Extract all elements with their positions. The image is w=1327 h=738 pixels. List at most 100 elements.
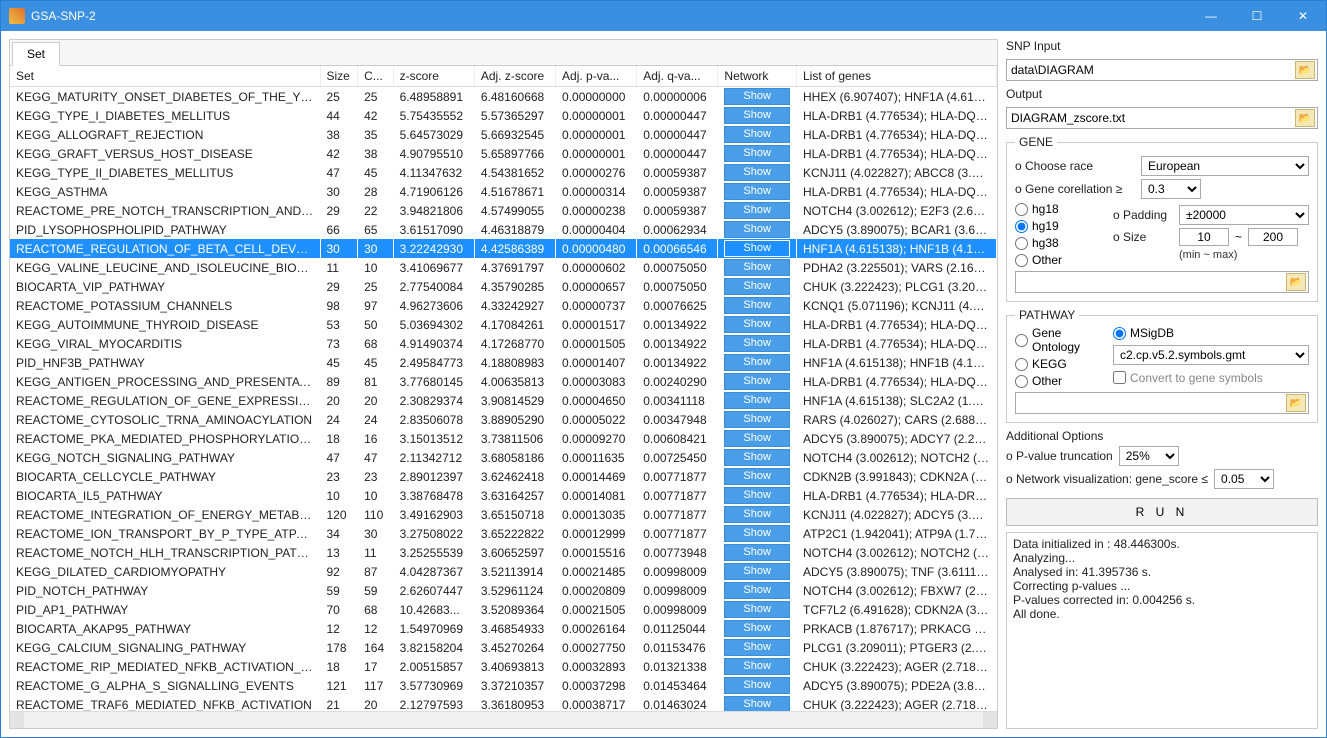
msigdb-radio[interactable]: MSigDB [1113,326,1174,340]
show-network-button[interactable]: Show [724,487,790,504]
snp-browse-button[interactable]: 📂 [1295,61,1315,79]
snp-input-field[interactable] [1009,62,1295,78]
pval-trunc-select[interactable]: 25% [1119,446,1179,466]
gene-browse-button[interactable]: 📂 [1286,273,1306,291]
gene-corr-select[interactable]: 0.3 [1141,179,1201,199]
show-network-button[interactable]: Show [724,183,790,200]
pathway-radio-gene-ontology[interactable]: Gene Ontology [1015,326,1105,354]
table-row[interactable]: KEGG_VALINE_LEUCINE_AND_ISOLEUCINE_BIOSY… [10,258,997,277]
show-network-button[interactable]: Show [724,278,790,295]
size-max-input[interactable] [1248,228,1298,246]
show-network-button[interactable]: Show [724,164,790,181]
column-header[interactable]: Adj. z-score [474,66,555,87]
size-min-input[interactable] [1179,228,1229,246]
show-network-button[interactable]: Show [724,202,790,219]
show-network-button[interactable]: Show [724,639,790,656]
show-network-button[interactable]: Show [724,259,790,276]
show-network-button[interactable]: Show [724,335,790,352]
show-network-button[interactable]: Show [724,696,790,711]
table-row[interactable]: BIOCARTA_CELLCYCLE_PATHWAY23232.89012397… [10,467,997,486]
show-network-button[interactable]: Show [724,563,790,580]
output-browse-button[interactable]: 📂 [1295,109,1315,127]
table-row[interactable]: PID_AP1_PATHWAY706810.42683...3.52089364… [10,600,997,619]
show-network-button[interactable]: Show [724,582,790,599]
table-row[interactable]: KEGG_NOTCH_SIGNALING_PATHWAY47472.113427… [10,448,997,467]
table-row[interactable]: REACTOME_PRE_NOTCH_TRANSCRIPTION_AND_TRA… [10,201,997,220]
table-row[interactable]: REACTOME_TRAF6_MEDIATED_NFKB_ACTIVATION2… [10,695,997,711]
table-row[interactable]: KEGG_ANTIGEN_PROCESSING_AND_PRESENTATION… [10,372,997,391]
show-network-button[interactable]: Show [724,449,790,466]
race-select[interactable]: European [1141,156,1309,176]
show-network-button[interactable]: Show [724,544,790,561]
table-row[interactable]: REACTOME_REGULATION_OF_GENE_EXPRESSION_I… [10,391,997,410]
close-button[interactable]: ✕ [1280,1,1326,31]
results-grid[interactable]: SetSizeC...z-scoreAdj. z-scoreAdj. p-va.… [10,66,997,711]
genome-radio-other[interactable]: Other [1015,253,1105,267]
minimize-button[interactable]: — [1188,1,1234,31]
show-network-button[interactable]: Show [724,468,790,485]
table-row[interactable]: REACTOME_NOTCH_HLH_TRANSCRIPTION_PATHWAY… [10,543,997,562]
table-row[interactable]: KEGG_ASTHMA30284.719061264.516786710.000… [10,182,997,201]
column-header[interactable]: Set [10,66,320,87]
pathway-radio-other[interactable]: Other [1015,374,1105,388]
output-field[interactable] [1009,110,1295,126]
table-row[interactable]: REACTOME_G_ALPHA_S_SIGNALLING_EVENTS1211… [10,676,997,695]
table-row[interactable]: PID_HNF3B_PATHWAY45452.495847734.1880898… [10,353,997,372]
pathway-file-select[interactable]: c2.cp.v5.2.symbols.gmt [1113,345,1309,365]
column-header[interactable]: C... [358,66,393,87]
table-row[interactable]: PID_NOTCH_PATHWAY59592.626074473.5296112… [10,581,997,600]
maximize-button[interactable]: ☐ [1234,1,1280,31]
table-row[interactable]: BIOCARTA_VIP_PATHWAY29252.775400844.3579… [10,277,997,296]
show-network-button[interactable]: Show [724,88,790,105]
show-network-button[interactable]: Show [724,677,790,694]
show-network-button[interactable]: Show [724,411,790,428]
table-row[interactable]: BIOCARTA_AKAP95_PATHWAY12121.549709693.4… [10,619,997,638]
genome-radio-hg18[interactable]: hg18 [1015,202,1105,216]
column-header[interactable]: Adj. q-va... [637,66,718,87]
show-network-button[interactable]: Show [724,354,790,371]
convert-checkbox[interactable]: Convert to gene symbols [1113,371,1263,385]
show-network-button[interactable]: Show [724,658,790,675]
table-row[interactable]: REACTOME_POTASSIUM_CHANNELS98974.9627360… [10,296,997,315]
show-network-button[interactable]: Show [724,107,790,124]
table-row[interactable]: BIOCARTA_IL5_PATHWAY10103.387684783.6316… [10,486,997,505]
table-row[interactable]: REACTOME_RIP_MEDIATED_NFKB_ACTIVATION_VI… [10,657,997,676]
run-button[interactable]: R U N [1006,498,1318,526]
show-network-button[interactable]: Show [724,240,790,257]
table-row[interactable]: KEGG_TYPE_I_DIABETES_MELLITUS44425.75435… [10,106,997,125]
table-row[interactable]: REACTOME_INTEGRATION_OF_ENERGY_METABOLIS… [10,505,997,524]
padding-select[interactable]: ±20000 [1179,205,1309,225]
table-row[interactable]: REACTOME_PKA_MEDIATED_PHOSPHORYLATION_OF… [10,429,997,448]
column-header[interactable]: Adj. p-va... [556,66,637,87]
table-row[interactable]: KEGG_MATURITY_ONSET_DIABETES_OF_THE_YOUN… [10,87,997,107]
log-output[interactable]: Data initialized in : 48.446300s. Analyz… [1006,532,1318,729]
show-network-button[interactable]: Show [724,392,790,409]
show-network-button[interactable]: Show [724,145,790,162]
table-row[interactable]: PID_LYSOPHOSPHOLIPID_PATHWAY66653.615170… [10,220,997,239]
table-row[interactable]: KEGG_AUTOIMMUNE_THYROID_DISEASE53505.036… [10,315,997,334]
pathway-other-input[interactable] [1018,395,1286,411]
show-network-button[interactable]: Show [724,297,790,314]
gene-other-input[interactable] [1018,274,1286,290]
table-row[interactable]: KEGG_GRAFT_VERSUS_HOST_DISEASE42384.9079… [10,144,997,163]
table-row[interactable]: REACTOME_REGULATION_OF_BETA_CELL_DEVELOP… [10,239,997,258]
show-network-button[interactable]: Show [724,620,790,637]
show-network-button[interactable]: Show [724,430,790,447]
pathway-browse-button[interactable]: 📂 [1286,394,1306,412]
column-header[interactable]: Network [718,66,797,87]
show-network-button[interactable]: Show [724,506,790,523]
tab-set[interactable]: Set [12,42,60,66]
show-network-button[interactable]: Show [724,601,790,618]
column-header[interactable]: z-score [393,66,474,87]
genome-radio-hg19[interactable]: hg19 [1015,219,1105,233]
pathway-radio-kegg[interactable]: KEGG [1015,357,1105,371]
table-row[interactable]: KEGG_ALLOGRAFT_REJECTION38355.645730295.… [10,125,997,144]
show-network-button[interactable]: Show [724,126,790,143]
table-row[interactable]: REACTOME_ION_TRANSPORT_BY_P_TYPE_ATPASES… [10,524,997,543]
net-vis-select[interactable]: 0.05 [1214,469,1274,489]
column-header[interactable]: Size [320,66,358,87]
table-row[interactable]: KEGG_TYPE_II_DIABETES_MELLITUS47454.1134… [10,163,997,182]
column-header[interactable]: List of genes [797,66,997,87]
show-network-button[interactable]: Show [724,373,790,390]
genome-radio-hg38[interactable]: hg38 [1015,236,1105,250]
